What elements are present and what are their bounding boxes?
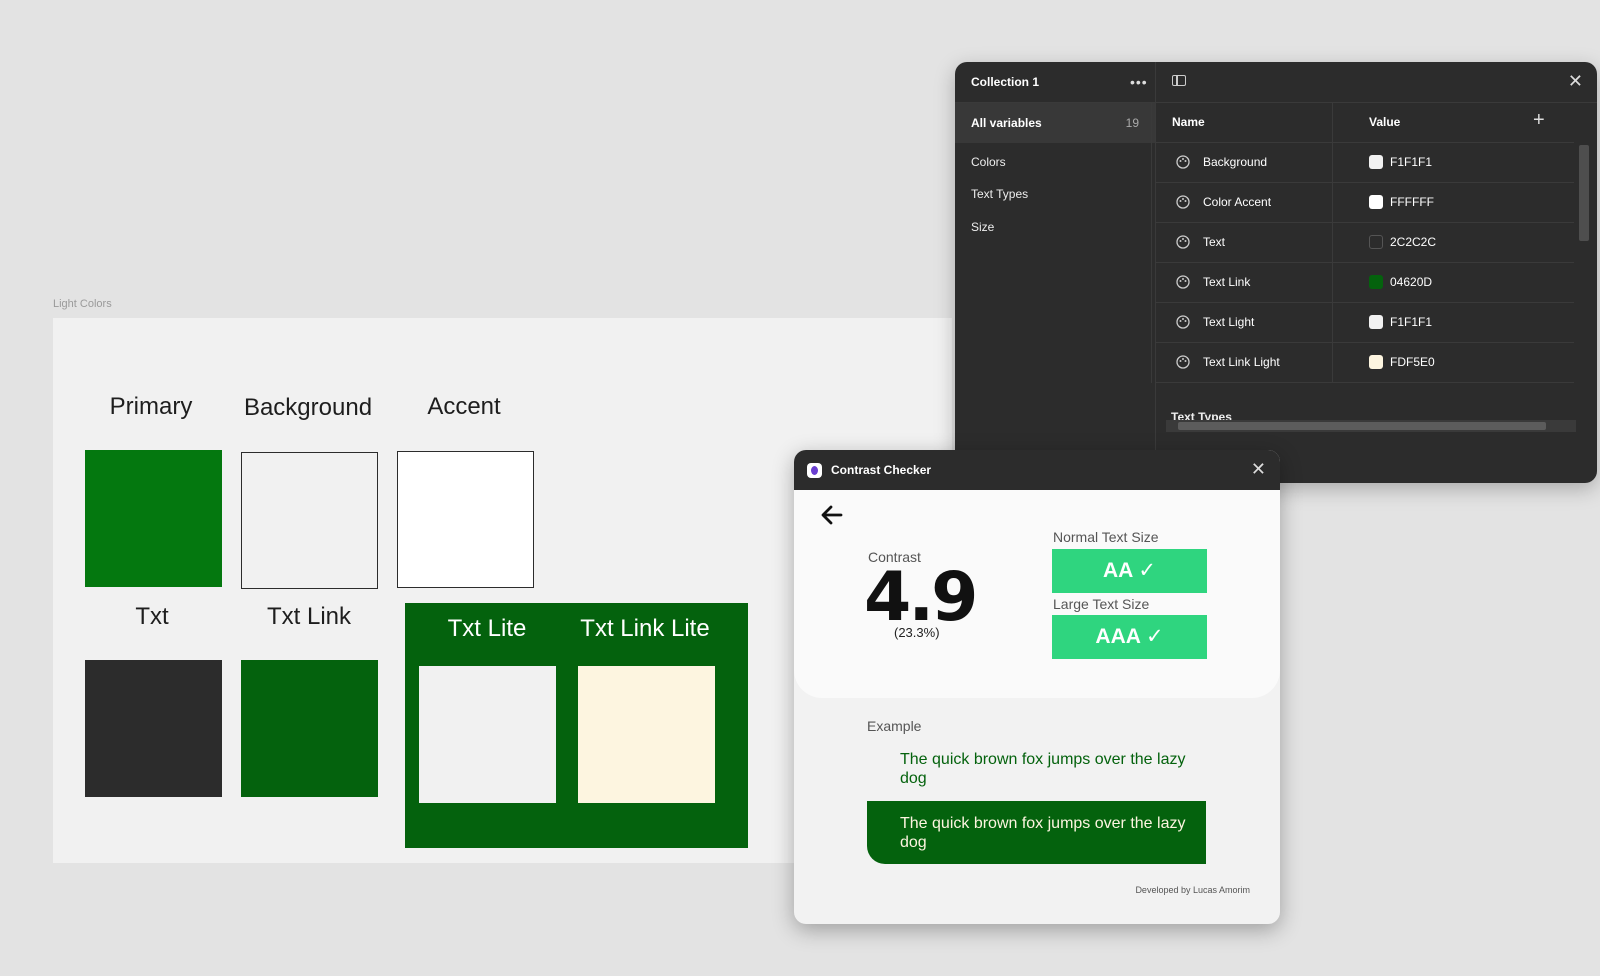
collection-header: Collection 1 ••• <box>955 62 1155 103</box>
group-item-size[interactable]: Size <box>971 220 994 234</box>
column-divider <box>1151 103 1152 383</box>
more-options-icon[interactable]: ••• <box>1130 74 1148 90</box>
swatch-label-txt: Txt <box>135 603 169 630</box>
swatch-accent[interactable] <box>397 451 534 588</box>
variables-panel: Collection 1 ••• ✕ All variables 19 Colo… <box>955 62 1597 483</box>
variable-name[interactable]: Text <box>1203 235 1225 249</box>
swatch-txt-link-lite[interactable] <box>578 666 715 803</box>
all-variables-item[interactable]: All variables 19 <box>955 103 1155 143</box>
variable-name[interactable]: Color Accent <box>1203 195 1271 209</box>
back-arrow-icon[interactable] <box>819 502 845 528</box>
column-header-value[interactable]: Value <box>1369 115 1400 129</box>
contrast-percent: (23.3%) <box>894 625 940 640</box>
column-divider <box>1332 103 1333 383</box>
color-chip[interactable] <box>1369 315 1383 329</box>
group-item-text-types[interactable]: Text Types <box>971 187 1028 201</box>
variable-value[interactable]: FDF5E0 <box>1390 355 1435 369</box>
table-row[interactable]: Color Accent FFFFFF <box>1156 183 1574 223</box>
variable-name[interactable]: Text Light <box>1203 315 1254 329</box>
variable-value[interactable]: 04620D <box>1390 275 1432 289</box>
variables-toolbar: ✕ <box>1156 62 1597 103</box>
swatch-txt[interactable] <box>85 660 222 797</box>
table-row[interactable]: Background F1F1F1 <box>1156 143 1574 183</box>
example-text-on-dark: The quick brown fox jumps over the lazy … <box>900 815 1186 851</box>
swatch-label-primary: Primary <box>109 393 193 420</box>
toggle-sidebar-icon[interactable] <box>1172 75 1186 86</box>
variable-name[interactable]: Background <box>1203 155 1267 169</box>
swatch-label-background: Background <box>243 394 373 421</box>
variable-name[interactable]: Text Link Light <box>1203 355 1280 369</box>
table-row[interactable]: Text Link Light FDF5E0 <box>1156 343 1574 383</box>
developer-credit: Developed by Lucas Amorim <box>1135 885 1250 895</box>
swatch-txt-link[interactable] <box>241 660 378 797</box>
checker-title: Contrast Checker <box>831 463 932 477</box>
table-row[interactable]: Text 2C2C2C <box>1156 223 1574 263</box>
large-text-result-badge: AAA ✓ <box>1052 615 1207 659</box>
close-icon[interactable]: ✕ <box>1251 459 1266 480</box>
color-chip[interactable] <box>1369 355 1383 369</box>
swatch-background[interactable] <box>241 452 378 589</box>
vertical-scrollbar[interactable] <box>1577 103 1591 413</box>
plugin-logo-icon <box>807 463 822 478</box>
horizontal-scrollbar[interactable] <box>1166 420 1576 432</box>
group-item-colors[interactable]: Colors <box>971 155 1006 169</box>
table-header: Name Value + <box>1156 103 1574 143</box>
variable-value[interactable]: FFFFFF <box>1390 195 1434 209</box>
color-variable-icon <box>1176 235 1190 249</box>
variable-value[interactable]: F1F1F1 <box>1390 155 1432 169</box>
contrast-checker-window: Contrast Checker ✕ Contrast 4.9 (23.3%) … <box>794 450 1280 924</box>
color-variable-icon <box>1176 315 1190 329</box>
all-variables-label: All variables <box>971 116 1042 130</box>
swatch-label-accent: Accent <box>427 393 501 420</box>
table-row[interactable]: Text Light F1F1F1 <box>1156 303 1574 343</box>
result-card: Contrast 4.9 (23.3%) Normal Text Size AA… <box>794 490 1280 698</box>
example-text-on-light: The quick brown fox jumps over the lazy … <box>900 751 1186 787</box>
swatch-label-txt-link: Txt Link <box>266 603 352 630</box>
table-row[interactable]: Text Link 04620D <box>1156 263 1574 303</box>
swatch-label-txt-lite: Txt Lite <box>447 615 527 642</box>
frame-label[interactable]: Light Colors <box>53 298 112 310</box>
variable-value[interactable]: F1F1F1 <box>1390 315 1432 329</box>
scrollbar-thumb[interactable] <box>1178 422 1546 430</box>
color-chip[interactable] <box>1369 155 1383 169</box>
color-variable-icon <box>1176 155 1190 169</box>
scrollbar-thumb[interactable] <box>1579 145 1589 241</box>
swatch-primary[interactable] <box>85 450 222 587</box>
color-chip[interactable] <box>1369 275 1383 289</box>
color-variable-icon <box>1176 355 1190 369</box>
color-variable-icon <box>1176 275 1190 289</box>
variable-value[interactable]: 2C2C2C <box>1390 235 1436 249</box>
large-text-size-label: Large Text Size <box>1053 596 1150 612</box>
variables-table: Name Value + Background F1F1F1 Color Accen… <box>1156 103 1574 383</box>
close-icon[interactable]: ✕ <box>1568 71 1583 92</box>
color-variable-icon <box>1176 195 1190 209</box>
example-dark-box: The quick brown fox jumps over the lazy … <box>867 801 1206 864</box>
collection-title[interactable]: Collection 1 <box>971 75 1039 89</box>
normal-text-result-badge: AA ✓ <box>1052 549 1207 593</box>
normal-text-size-label: Normal Text Size <box>1053 529 1159 545</box>
variable-name[interactable]: Text Link <box>1203 275 1250 289</box>
color-chip[interactable] <box>1369 195 1383 209</box>
checker-titlebar: Contrast Checker ✕ <box>794 450 1280 490</box>
column-header-name[interactable]: Name <box>1172 115 1205 129</box>
all-variables-count: 19 <box>1125 116 1139 130</box>
swatch-label-txt-link-lite: Txt Link Lite <box>580 615 710 642</box>
lite-colors-box[interactable]: Txt Lite Txt Link Lite <box>405 603 748 848</box>
add-mode-icon[interactable]: + <box>1533 109 1545 132</box>
color-chip[interactable] <box>1369 235 1383 249</box>
swatch-txt-lite[interactable] <box>419 666 556 803</box>
example-label: Example <box>867 718 922 734</box>
